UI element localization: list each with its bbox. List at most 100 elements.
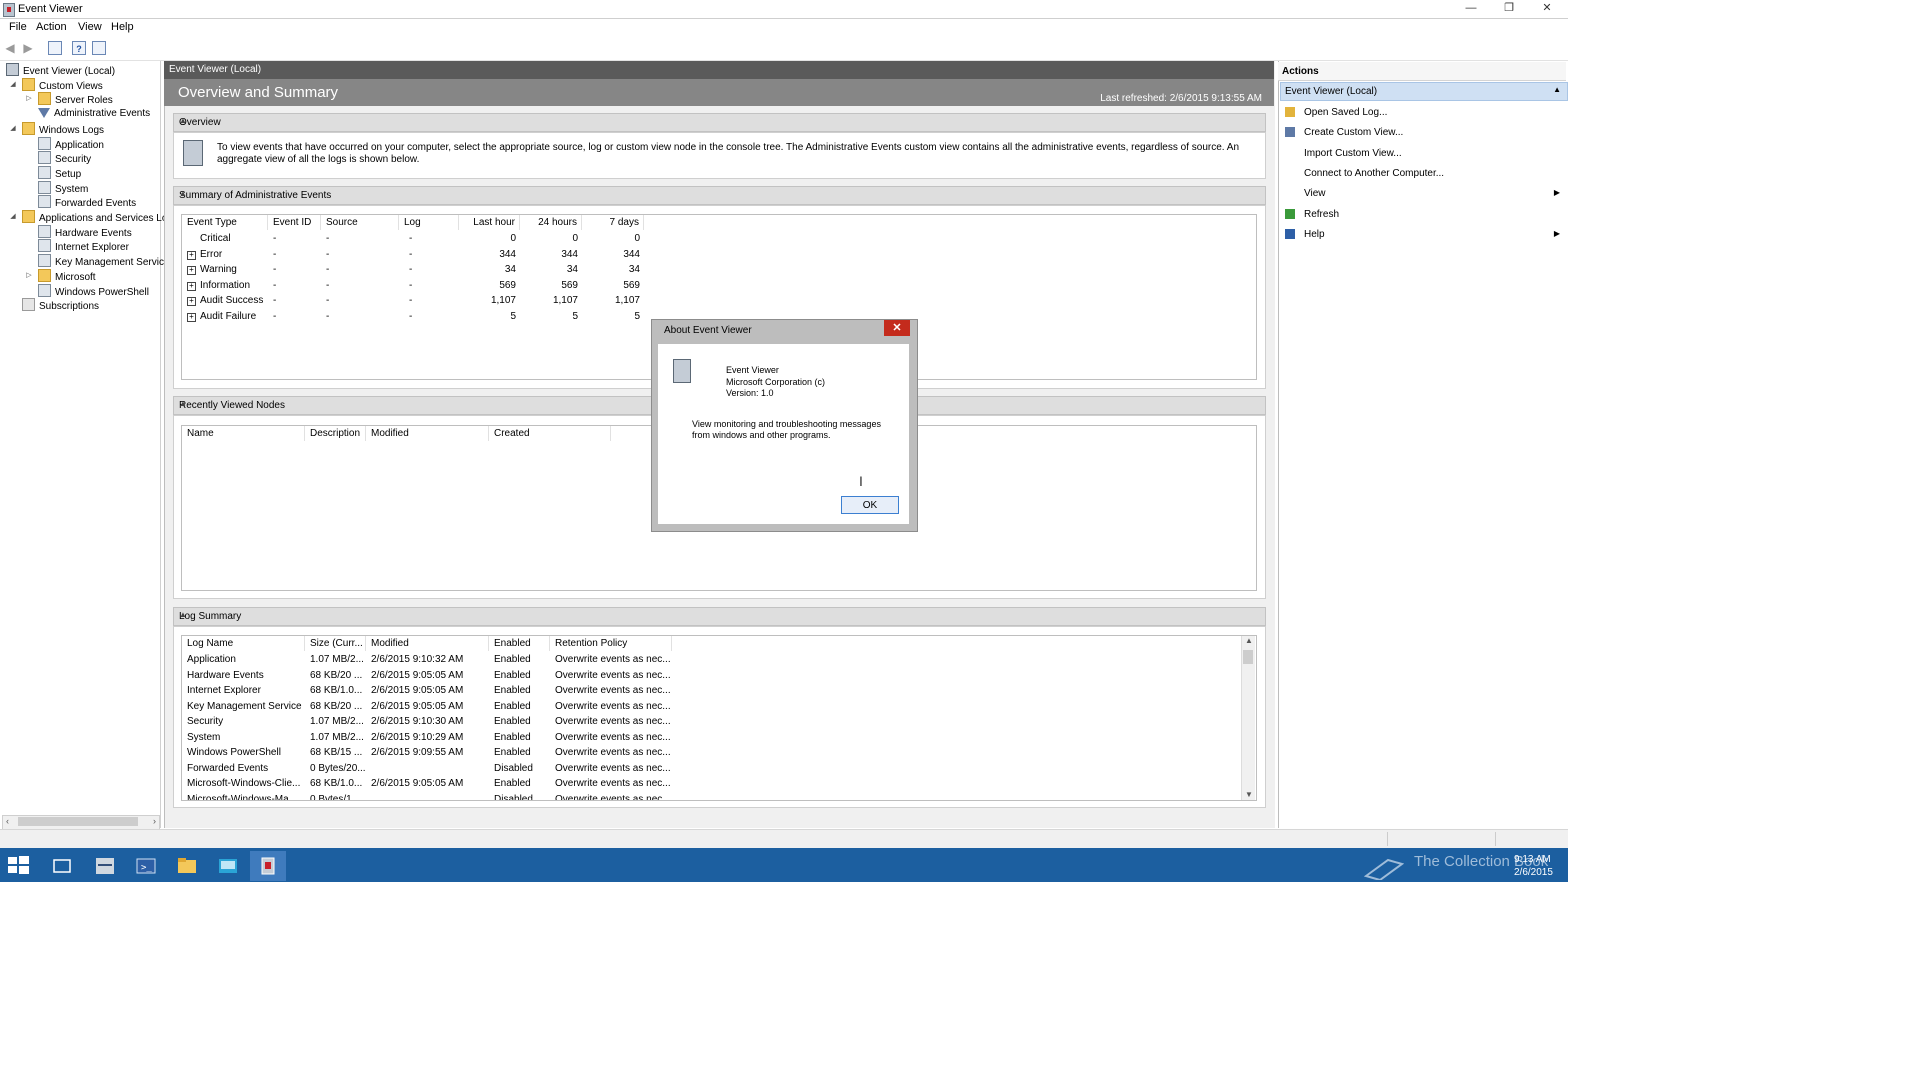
column-header[interactable]: Event Type [182, 215, 268, 230]
tree-item[interactable]: Setup [36, 165, 81, 180]
tree-item[interactable]: ◢ Custom Views [10, 77, 103, 92]
tree-item[interactable]: Security [36, 151, 91, 165]
menu-action[interactable]: Action [36, 21, 67, 33]
summary-header[interactable]: Summary of Administrative Events ▲ [173, 186, 1266, 205]
clock-time[interactable]: 9:13 AM [1514, 854, 1551, 865]
tree-item[interactable]: ▷ Server Roles [26, 92, 113, 106]
scroll-down-icon[interactable]: ▼ [1245, 790, 1253, 799]
table-row[interactable]: Internet Explorer 68 KB/1.0... 2/6/2015 9:… [182, 685, 1242, 700]
expand-icon[interactable]: + [187, 281, 196, 291]
tree-item[interactable]: Application [36, 136, 104, 151]
action-item[interactable]: Create Custom View... [1280, 125, 1564, 141]
tree-item[interactable]: System [36, 180, 88, 195]
clock-date[interactable]: 2/6/2015 [1514, 867, 1553, 878]
tree-item[interactable]: Internet Explorer [36, 239, 129, 253]
scroll-thumb[interactable] [1243, 650, 1253, 664]
table-row[interactable]: Key Management Service 68 KB/20 ... 2/6/20… [182, 701, 1242, 716]
column-header[interactable]: Event ID [268, 215, 321, 230]
column-header[interactable]: Log Name [182, 636, 305, 651]
tree-item[interactable]: Windows PowerShell [36, 283, 149, 298]
column-header[interactable]: Source [321, 215, 399, 230]
scroll-up-icon[interactable]: ▲ [1245, 636, 1253, 645]
show-hide-tree-icon[interactable] [48, 41, 62, 55]
table-row[interactable]: Security 1.07 MB/2... 2/6/2015 9:10:30 AM E… [182, 716, 1242, 731]
show-hide-action-pane-icon[interactable] [92, 41, 106, 55]
table-row[interactable]: Hardware Events 68 KB/20 ... 2/6/2015 9:05… [182, 670, 1242, 685]
column-header[interactable]: Description [305, 426, 366, 441]
expand-toggle-icon[interactable]: ◢ [8, 78, 18, 92]
start-button[interactable] [6, 854, 30, 876]
expand-icon[interactable]: + [187, 297, 196, 306]
powershell-icon[interactable]: >_ [128, 851, 164, 881]
event-viewer-taskbar-icon[interactable] [250, 851, 286, 881]
collapse-icon[interactable]: ▲ [1553, 85, 1561, 94]
file-explorer-icon[interactable] [169, 851, 205, 881]
column-header[interactable]: Modified [366, 426, 489, 441]
column-header[interactable]: Size (Curr... [305, 636, 366, 651]
tree-item[interactable]: Event Viewer (Local) [4, 63, 115, 77]
menu-view[interactable]: View [78, 21, 102, 33]
table-row[interactable]: Microsoft-Windows-Clie... 68 KB/1.0... 2/6… [182, 778, 1242, 793]
log-summary-vertical-scrollbar[interactable]: ▲ ▼ [1241, 636, 1255, 800]
table-row[interactable]: Critical - - - 0 0 0 [182, 233, 1256, 248]
column-header[interactable]: Retention Policy [550, 636, 672, 651]
expand-icon[interactable]: + [187, 250, 196, 260]
menu-file[interactable]: File [9, 21, 27, 33]
network-icon[interactable] [210, 851, 246, 881]
tree-item[interactable]: ◢ Windows Logs [10, 121, 104, 136]
tree-item[interactable]: Forwarded Events [36, 195, 136, 209]
column-header[interactable]: 7 days [582, 215, 644, 230]
forward-arrow-icon[interactable]: ▶ [21, 41, 35, 55]
tree-item[interactable]: Key Management Service [36, 254, 170, 268]
table-row[interactable]: + Audit Success - - -1,107 1,107 1,107 [182, 295, 1256, 310]
log-summary-header[interactable]: Log Summary ▲ [173, 607, 1266, 626]
table-row[interactable]: + Information - - - 569 569 569 [182, 280, 1256, 295]
tree-item[interactable]: Administrative Events [36, 107, 150, 121]
tree-item[interactable]: ◢ Applications and Services Lo [10, 210, 167, 224]
column-header[interactable]: Log [399, 215, 459, 230]
tree-item[interactable]: Subscriptions [20, 298, 99, 312]
column-header[interactable]: Last hour [459, 215, 520, 230]
column-header[interactable]: Modified [366, 636, 489, 651]
collapse-icon[interactable]: ▲ [179, 610, 1259, 619]
expand-icon[interactable]: + [187, 266, 196, 275]
action-item[interactable]: Help ▶ [1280, 227, 1564, 243]
dialog-close-button[interactable]: ✕ [884, 320, 910, 336]
task-view-icon[interactable] [44, 851, 80, 881]
tree-horizontal-scrollbar[interactable]: ‹ › [2, 815, 160, 830]
table-row[interactable]: System 1.07 MB/2... 2/6/2015 9:10:29 AM Ena… [182, 732, 1242, 747]
column-header[interactable]: Name [182, 426, 305, 441]
table-row[interactable]: Microsoft-Windows-Ma... 0 Bytes/1... Disab… [182, 794, 1242, 801]
collapse-icon[interactable]: ▲ [179, 116, 1259, 125]
close-button[interactable]: ✕ [1529, 0, 1565, 18]
help-icon[interactable]: ? [72, 41, 86, 55]
table-row[interactable]: Windows PowerShell 68 KB/15 ... 2/6/2015 9… [182, 747, 1242, 762]
back-arrow-icon[interactable]: ◀ [3, 41, 17, 55]
table-row[interactable]: + Warning - - - 34 34 34 [182, 264, 1256, 279]
scroll-right-icon[interactable]: › [153, 816, 156, 826]
action-item[interactable]: Connect to Another Computer... [1280, 166, 1564, 182]
action-item[interactable]: View ▶ [1280, 186, 1564, 202]
expand-toggle-icon[interactable]: ▷ [24, 269, 34, 283]
minimize-button[interactable]: — [1453, 0, 1489, 18]
collapse-icon[interactable]: ▲ [179, 189, 1259, 198]
action-item[interactable]: Refresh [1280, 207, 1564, 223]
table-row[interactable]: Application 1.07 MB/2... 2/6/2015 9:10:32 … [182, 654, 1242, 669]
restore-button[interactable]: ❐ [1491, 0, 1527, 18]
scroll-left-icon[interactable]: ‹ [6, 816, 9, 826]
tree-item[interactable]: Hardware Events [36, 224, 132, 239]
overview-header[interactable]: Overview ▲ [173, 113, 1266, 132]
table-row[interactable]: Forwarded Events 0 Bytes/20... Disabled Ove… [182, 763, 1242, 778]
action-item[interactable]: Import Custom View... [1280, 146, 1564, 162]
column-header[interactable]: Created [489, 426, 611, 441]
column-header[interactable]: Enabled [489, 636, 550, 651]
expand-icon[interactable]: + [187, 312, 196, 322]
actions-group-event-viewer-local[interactable]: Event Viewer (Local) ▲ [1280, 82, 1568, 101]
ok-button[interactable]: OK [841, 496, 899, 514]
scroll-thumb[interactable] [18, 817, 138, 826]
column-header[interactable]: 24 hours [520, 215, 582, 230]
expand-toggle-icon[interactable]: ◢ [8, 210, 18, 224]
action-item[interactable]: Open Saved Log... [1280, 105, 1564, 121]
table-row[interactable]: + Error - - - 344 344 344 [182, 249, 1256, 264]
menu-help[interactable]: Help [111, 21, 134, 33]
